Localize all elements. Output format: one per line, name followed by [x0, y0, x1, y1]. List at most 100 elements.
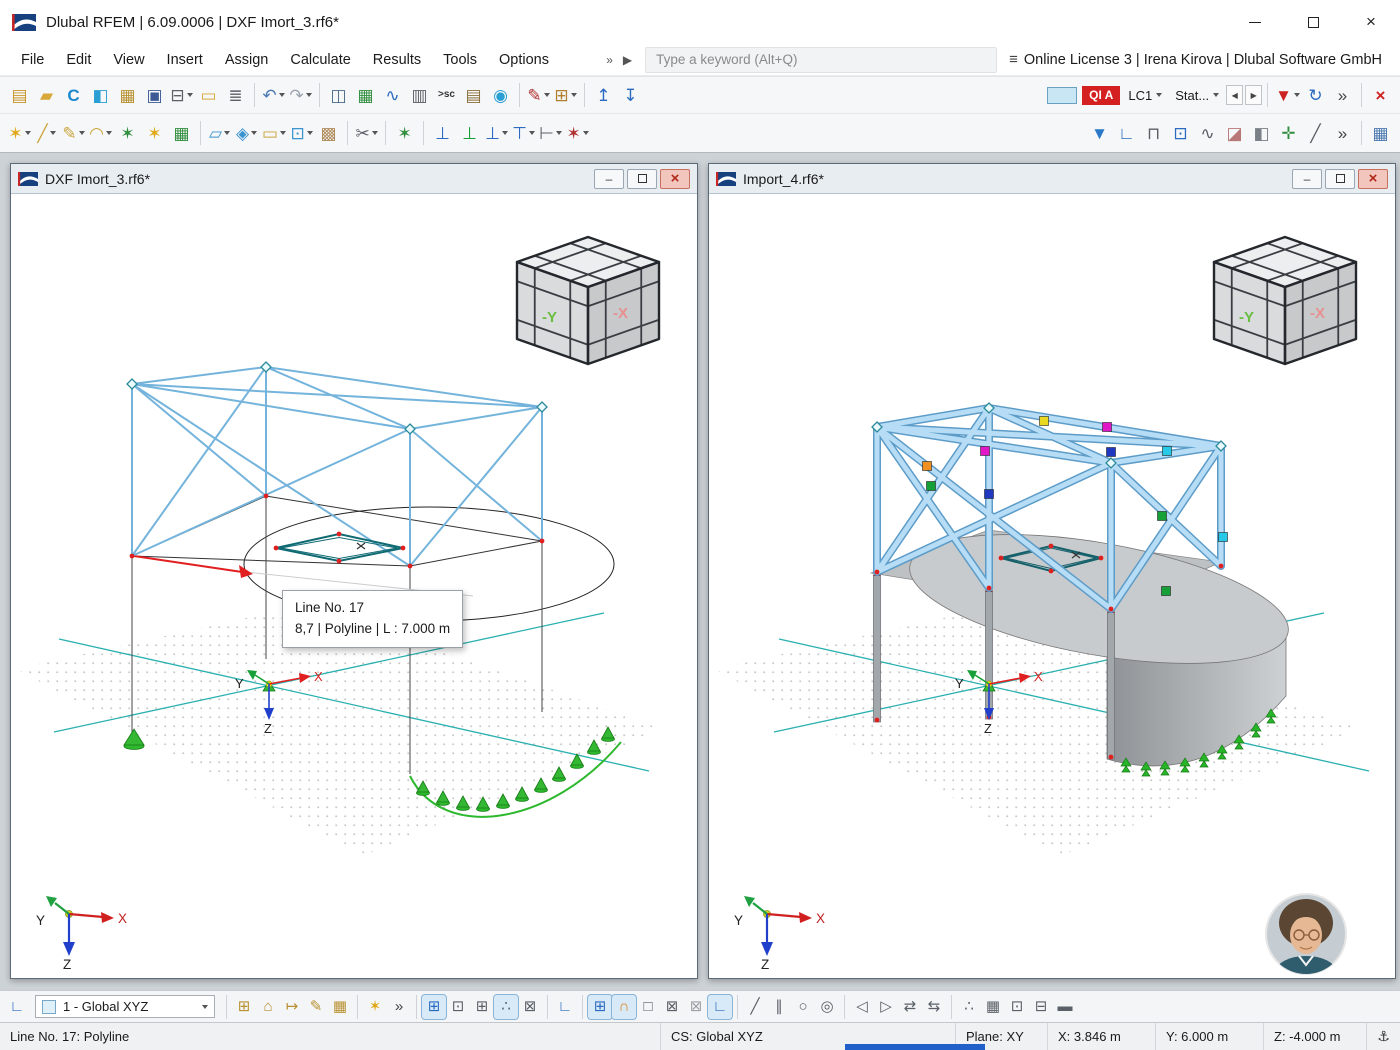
load-wizard-icon[interactable]: ✶ — [564, 120, 591, 147]
nodal-load-icon[interactable]: ⊥ — [429, 120, 456, 147]
visibility-color-swatch[interactable] — [1047, 87, 1077, 104]
model-view-left[interactable]: X Y Z — [11, 194, 697, 977]
section-box-icon[interactable]: ⊡ — [1167, 120, 1194, 147]
clipping-plane-icon[interactable]: ⊓ — [1140, 120, 1167, 147]
raise-level-icon[interactable]: ↥ — [590, 82, 617, 109]
child-titlebar[interactable]: DXF Imort_3.rf6* – × — [11, 164, 697, 194]
child-maximize-button[interactable] — [1325, 169, 1355, 189]
license-info[interactable]: Online License 3 | Irena Kirova | Dlubal… — [1024, 52, 1382, 68]
list-icon[interactable]: ≣ — [222, 82, 249, 109]
save-icon[interactable]: ▣ — [141, 82, 168, 109]
plane-origin-icon[interactable]: ⌂ — [256, 995, 280, 1019]
maximize-button[interactable] — [1284, 0, 1342, 44]
filter-loads-icon[interactable]: ▼ — [1273, 82, 1302, 109]
delete-mode-icon[interactable]: × — [1367, 82, 1394, 109]
guide-left-icon[interactable]: ◁ — [850, 995, 874, 1019]
filter-results-icon[interactable]: ▼ — [1086, 120, 1113, 147]
new-surface-icon[interactable]: ▱ — [206, 120, 233, 147]
smooth-results-icon[interactable]: ∿ — [1194, 120, 1221, 147]
toolbar2-overflow-icon[interactable]: » — [1329, 120, 1356, 147]
child-titlebar[interactable]: Import_4.rf6* – × — [709, 164, 1395, 194]
child-window-import4[interactable]: Import_4.rf6* – × — [708, 163, 1396, 979]
menu-item-view[interactable]: View — [102, 48, 155, 72]
snap-perpendicular-icon[interactable]: ∟ — [708, 995, 732, 1019]
child-window-dxf-import3[interactable]: DXF Imort_3.rf6* – × — [10, 163, 698, 979]
snap-dots-icon[interactable]: ∴ — [494, 995, 518, 1019]
bottom-overflow-icon[interactable]: » — [387, 995, 411, 1019]
new-member-icon[interactable]: ✶ — [114, 120, 141, 147]
new-opening-icon[interactable]: ▭ — [260, 120, 288, 147]
minimize-button[interactable] — [1226, 0, 1284, 44]
snap-endpoint-icon[interactable]: □ — [636, 995, 660, 1019]
menu-item-file[interactable]: File — [10, 48, 55, 72]
new-solid-icon[interactable]: ◈ — [233, 120, 260, 147]
menu-item-assign[interactable]: Assign — [214, 48, 280, 72]
selected-opening-rect[interactable] — [276, 534, 403, 561]
snap-circle-icon[interactable]: ○ — [791, 995, 815, 1019]
tables-panel-icon[interactable]: ▦ — [1367, 120, 1394, 147]
diagram-icon[interactable]: ∿ — [379, 82, 406, 109]
load-case-dropdown[interactable]: LC1 — [1123, 86, 1167, 105]
snap-generate-icon[interactable]: ✶ — [363, 995, 387, 1019]
edit-values-icon[interactable]: ⊞ — [552, 82, 579, 109]
wireframe-structure[interactable] — [132, 367, 542, 566]
snap-line-ext-icon[interactable]: ╱ — [743, 995, 767, 1019]
child-close-button[interactable]: × — [660, 169, 690, 189]
coordinate-system-combo[interactable]: 1 - Global XYZ — [35, 995, 215, 1018]
edit-parameters-icon[interactable]: ▦ — [114, 82, 141, 109]
import-model-icon[interactable]: ▤ — [6, 82, 33, 109]
lower-level-icon[interactable]: ↧ — [617, 82, 644, 109]
rendering-mode-icon[interactable]: ◧ — [1248, 120, 1275, 147]
menu-item-insert[interactable]: Insert — [156, 48, 214, 72]
node-table-icon[interactable]: ▦ — [168, 120, 195, 147]
search-input[interactable] — [656, 52, 986, 67]
result-diagrams-icon[interactable]: ∟ — [1113, 120, 1140, 147]
script-console-icon[interactable]: >sc — [433, 82, 460, 109]
surface-load-icon[interactable]: ⊥ — [483, 120, 510, 147]
render-view-icon[interactable]: ◧ — [87, 82, 114, 109]
dlubal-connect-icon[interactable]: C — [60, 82, 87, 109]
menu-item-tools[interactable]: Tools — [432, 48, 488, 72]
ortho-mode-icon[interactable]: ∟ — [553, 995, 577, 1019]
undo-icon[interactable]: ↶ — [260, 82, 287, 109]
grid-plane-icon[interactable]: ⊞ — [232, 995, 256, 1019]
navigation-cube[interactable]: -Y -X — [517, 237, 659, 364]
object-snap-icon[interactable]: ⊞ — [588, 995, 612, 1019]
work-plane-icon[interactable]: ∟ — [5, 995, 29, 1019]
child-maximize-button[interactable] — [627, 169, 657, 189]
qia-badge[interactable]: QI A — [1082, 86, 1120, 105]
license-list-icon[interactable]: ≡ — [1009, 51, 1018, 68]
menu-item-edit[interactable]: Edit — [55, 48, 102, 72]
child-close-button[interactable]: × — [1358, 169, 1388, 189]
toolbar-overflow-icon[interactable]: » — [1329, 82, 1356, 109]
snap-points-icon[interactable]: ⊡ — [446, 995, 470, 1019]
analysis-type-dropdown[interactable]: Stat... — [1170, 86, 1224, 105]
snap-lines-icon[interactable]: ⊞ — [470, 995, 494, 1019]
menu-overflow-icon[interactable]: » — [601, 53, 618, 67]
snap-parallel-icon[interactable]: ∥ — [767, 995, 791, 1019]
free-load-icon[interactable]: ⊤ — [510, 120, 537, 147]
print-icon[interactable]: ⊟ — [168, 82, 195, 109]
menu-item-results[interactable]: Results — [362, 48, 432, 72]
guide-right-icon[interactable]: ▷ — [874, 995, 898, 1019]
tables-icon[interactable]: ▦ — [352, 82, 379, 109]
eraser-icon[interactable]: ◪ — [1221, 120, 1248, 147]
user-avatar[interactable] — [1266, 894, 1346, 977]
align-plane-icon[interactable]: ↦ — [280, 995, 304, 1019]
snap-cursor-icon[interactable]: ⊠ — [518, 995, 542, 1019]
menu-item-options[interactable]: Options — [488, 48, 560, 72]
child-minimize-button[interactable]: – — [1292, 169, 1322, 189]
keyword-searchbox[interactable] — [645, 47, 997, 73]
frame-icon[interactable]: ⊡ — [1005, 995, 1029, 1019]
new-nodal-support-icon[interactable]: ✶ — [391, 120, 418, 147]
generate-nodes-icon[interactable]: ✶ — [141, 120, 168, 147]
menu-forward-icon[interactable]: ▶ — [618, 53, 637, 67]
model-view-right[interactable]: X Y Z — [709, 194, 1395, 977]
new-section-icon[interactable]: ✂ — [353, 120, 380, 147]
redo-icon[interactable]: ↷ — [287, 82, 314, 109]
next-load-case-button[interactable]: ▶ — [1245, 85, 1262, 105]
line-weight-icon[interactable]: ▬ — [1053, 995, 1077, 1019]
navigator-panel-icon[interactable]: ◫ — [325, 82, 352, 109]
benchmark-icon[interactable]: ⚓ — [1366, 1023, 1400, 1050]
guide-off-icon[interactable]: ⇆ — [922, 995, 946, 1019]
